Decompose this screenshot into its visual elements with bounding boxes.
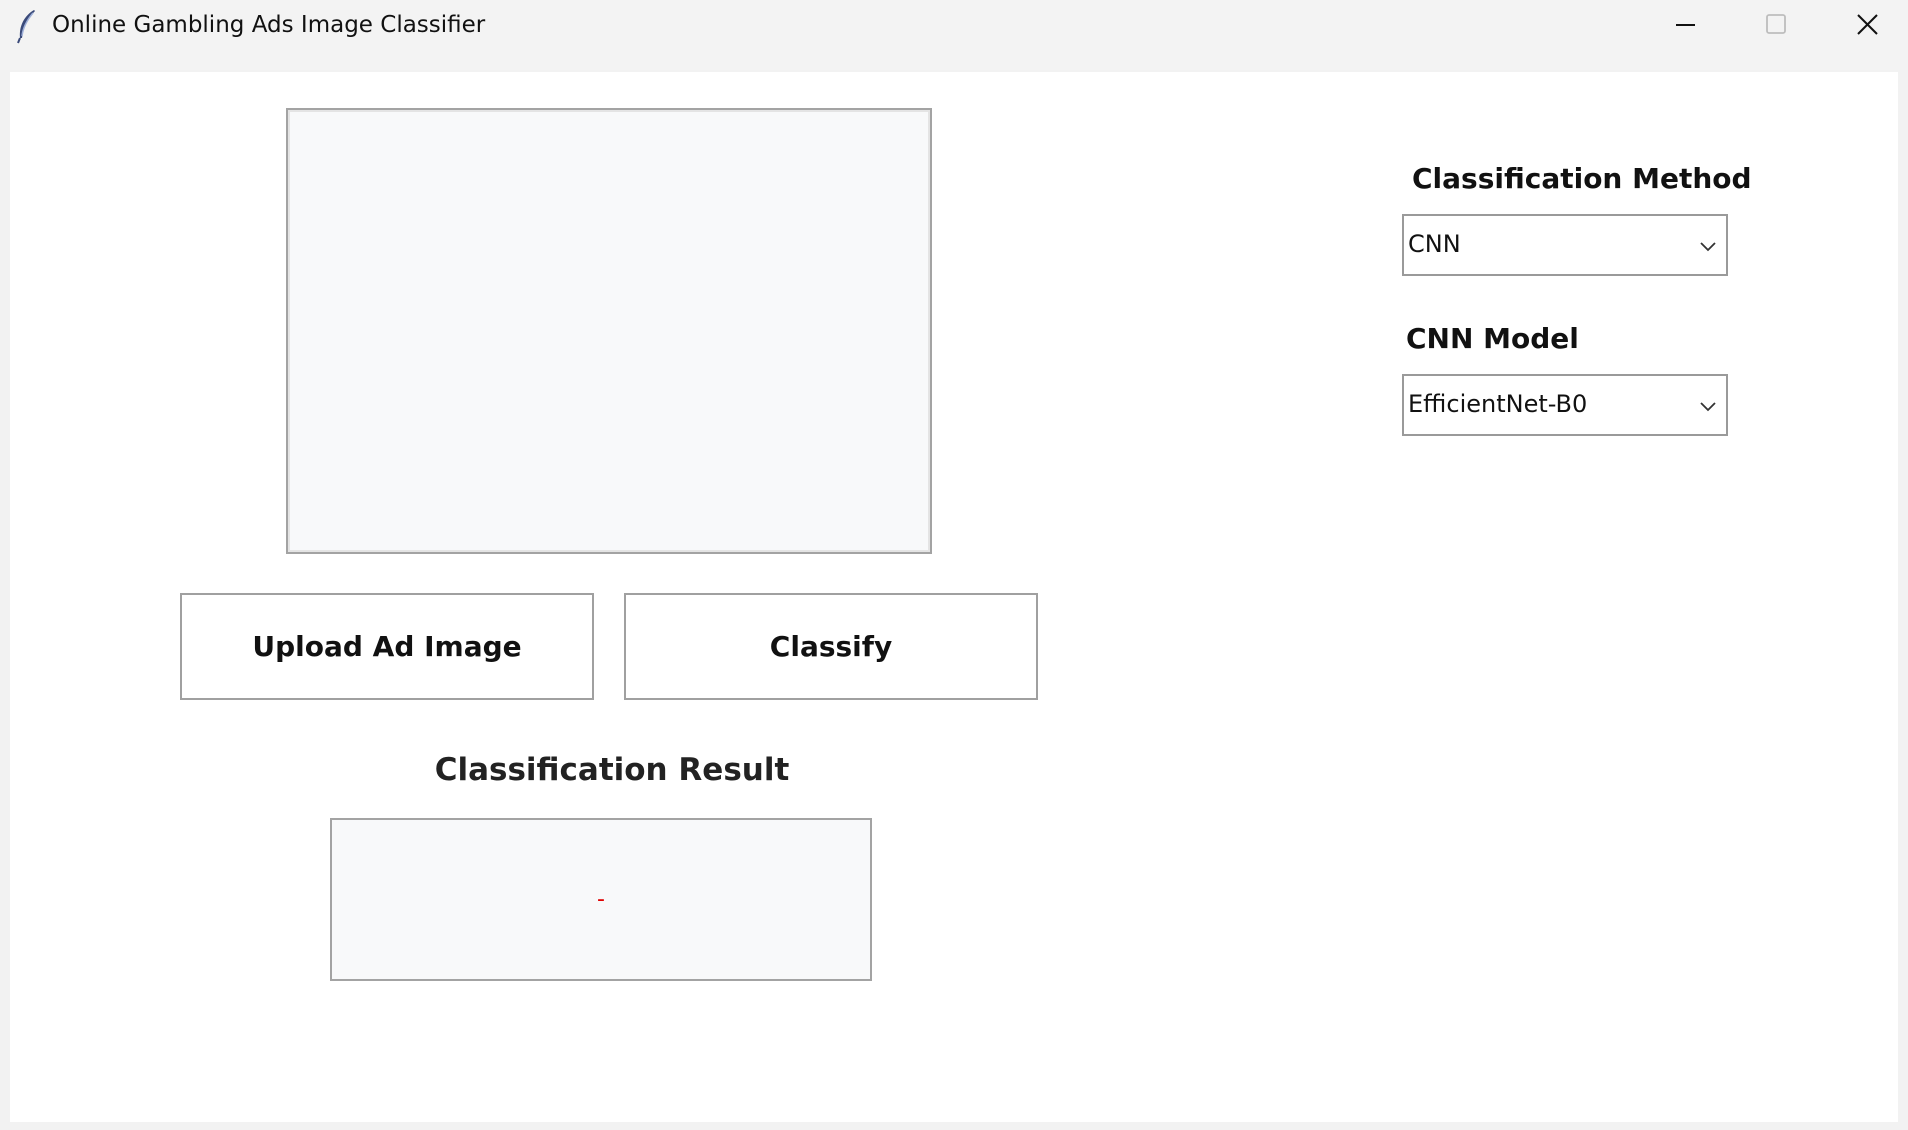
- cnn-model-label: CNN Model: [1406, 322, 1579, 355]
- cnn-model-value: EfficientNet-B0: [1408, 390, 1588, 418]
- close-button[interactable]: [1822, 0, 1908, 50]
- classification-method-value: CNN: [1408, 230, 1461, 258]
- upload-button-label: Upload Ad Image: [252, 630, 522, 663]
- upload-ad-image-button[interactable]: Upload Ad Image: [180, 593, 594, 700]
- classification-result-box: -: [330, 818, 872, 981]
- chevron-down-icon: [1698, 238, 1718, 252]
- classification-method-label: Classification Method: [1412, 162, 1752, 195]
- main-panel: Upload Ad Image Classify Classification …: [10, 72, 1898, 1122]
- cnn-model-select[interactable]: EfficientNet-B0: [1402, 374, 1728, 436]
- maximize-button[interactable]: [1730, 0, 1822, 50]
- image-preview: [286, 108, 932, 554]
- app-window: Online Gambling Ads Image Classifier Upl…: [0, 0, 1908, 1130]
- classification-result-value: -: [597, 887, 605, 912]
- classification-result-label: Classification Result: [434, 752, 790, 788]
- classify-button-label: Classify: [769, 630, 893, 663]
- minimize-button[interactable]: [1639, 0, 1731, 50]
- classification-method-select[interactable]: CNN: [1402, 214, 1728, 276]
- chevron-down-icon: [1698, 398, 1718, 412]
- feather-icon: [14, 8, 38, 44]
- classify-button[interactable]: Classify: [624, 593, 1038, 700]
- title-bar: Online Gambling Ads Image Classifier: [0, 0, 1908, 70]
- window-title: Online Gambling Ads Image Classifier: [52, 12, 486, 38]
